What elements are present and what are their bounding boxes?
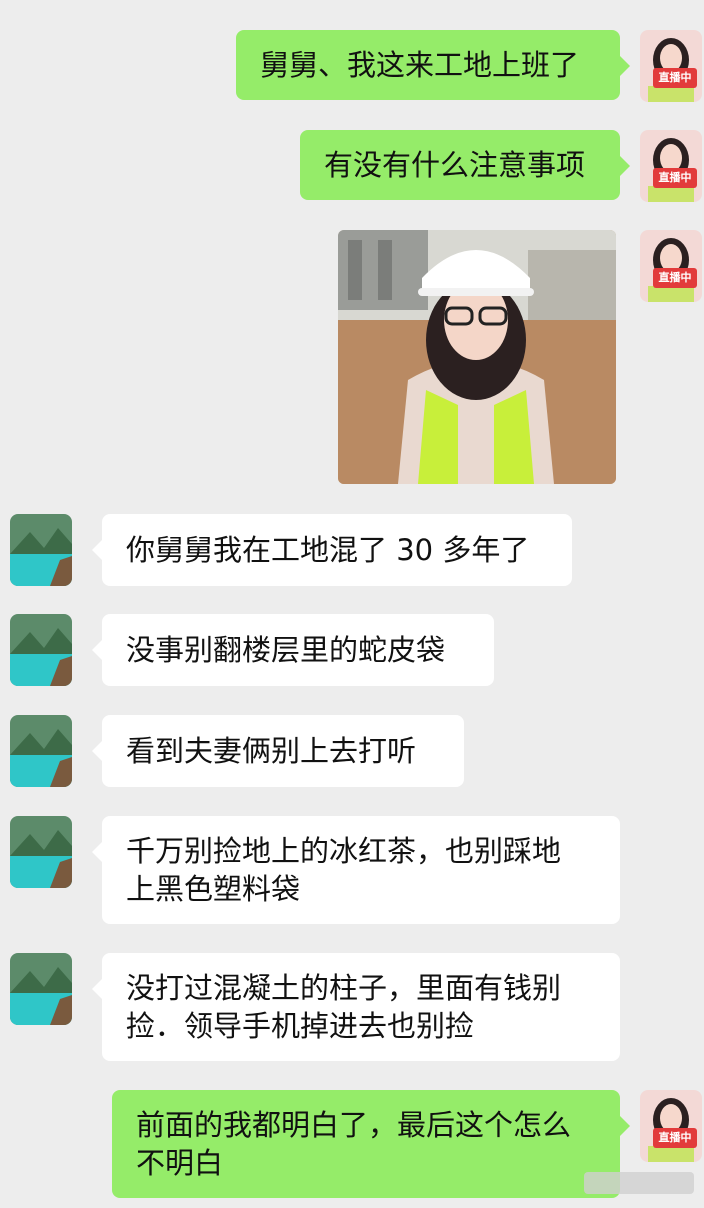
avatar-uncle[interactable] — [10, 715, 72, 787]
landscape-avatar-icon — [10, 514, 72, 586]
message-bubble-received[interactable]: 没事别翻楼层里的蛇皮袋 — [92, 614, 494, 686]
message-text: 没事别翻楼层里的蛇皮袋 — [126, 633, 446, 667]
live-badge: 直播中 — [653, 268, 697, 288]
live-badge: 直播中 — [653, 168, 697, 188]
message-text-line: 没打过混凝土的柱子，里面有钱别 — [126, 971, 562, 1005]
avatar-self[interactable]: 直播中 — [640, 130, 702, 202]
avatar-uncle[interactable] — [10, 816, 72, 888]
landscape-avatar-icon — [10, 614, 72, 686]
avatar-self[interactable]: 直播中 — [640, 1090, 702, 1162]
watermark — [584, 1172, 694, 1194]
avatar-woman-icon — [640, 230, 702, 302]
message-text-line: 不明白 — [136, 1146, 224, 1180]
message-text: 舅舅、我这来工地上班了 — [260, 48, 580, 82]
avatar-woman-icon — [640, 1090, 702, 1162]
message-text: 你舅舅我在工地混了 30 多年了 — [126, 533, 530, 567]
avatar-woman-icon — [640, 130, 702, 202]
live-badge: 直播中 — [653, 68, 697, 88]
message-bubble-sent[interactable]: 前面的我都明白了，最后这个怎么 不明白 — [112, 1090, 630, 1198]
message-text-line: 上黑色塑料袋 — [126, 872, 301, 906]
message-bubble-received[interactable]: 看到夫妻俩别上去打听 — [92, 715, 464, 787]
message-bubble-received[interactable]: 你舅舅我在工地混了 30 多年了 — [92, 514, 572, 586]
message-text: 有没有什么注意事项 — [324, 148, 586, 182]
avatar-self[interactable]: 直播中 — [640, 230, 702, 302]
landscape-avatar-icon — [10, 816, 72, 888]
construction-selfie-photo[interactable] — [338, 230, 616, 484]
message-text-line: 前面的我都明白了，最后这个怎么 — [136, 1108, 572, 1142]
message-bubble-received[interactable]: 千万别捡地上的冰红茶，也别踩地 上黑色塑料袋 — [92, 816, 620, 924]
message-bubble-sent[interactable]: 有没有什么注意事项 — [300, 130, 630, 200]
avatar-uncle[interactable] — [10, 953, 72, 1025]
landscape-avatar-icon — [10, 953, 72, 1025]
message-text-line: 千万别捡地上的冰红茶，也别踩地 — [126, 834, 562, 868]
chat-view: 舅舅、我这来工地上班了 直播中 有没有什么注意事项 直播中 直播中 你舅舅我在工… — [0, 0, 704, 1208]
message-text-line: 捡．领导手机掉进去也别捡 — [126, 1009, 475, 1043]
avatar-self[interactable]: 直播中 — [640, 30, 702, 102]
message-bubble-sent[interactable]: 舅舅、我这来工地上班了 — [236, 30, 630, 100]
photo-icon — [338, 230, 616, 484]
landscape-avatar-icon — [10, 715, 72, 787]
live-badge: 直播中 — [653, 1128, 697, 1148]
avatar-uncle[interactable] — [10, 514, 72, 586]
message-bubble-received[interactable]: 没打过混凝土的柱子，里面有钱别 捡．领导手机掉进去也别捡 — [92, 953, 620, 1061]
avatar-uncle[interactable] — [10, 614, 72, 686]
message-text: 看到夫妻俩别上去打听 — [126, 734, 417, 768]
avatar-woman-icon — [640, 30, 702, 102]
